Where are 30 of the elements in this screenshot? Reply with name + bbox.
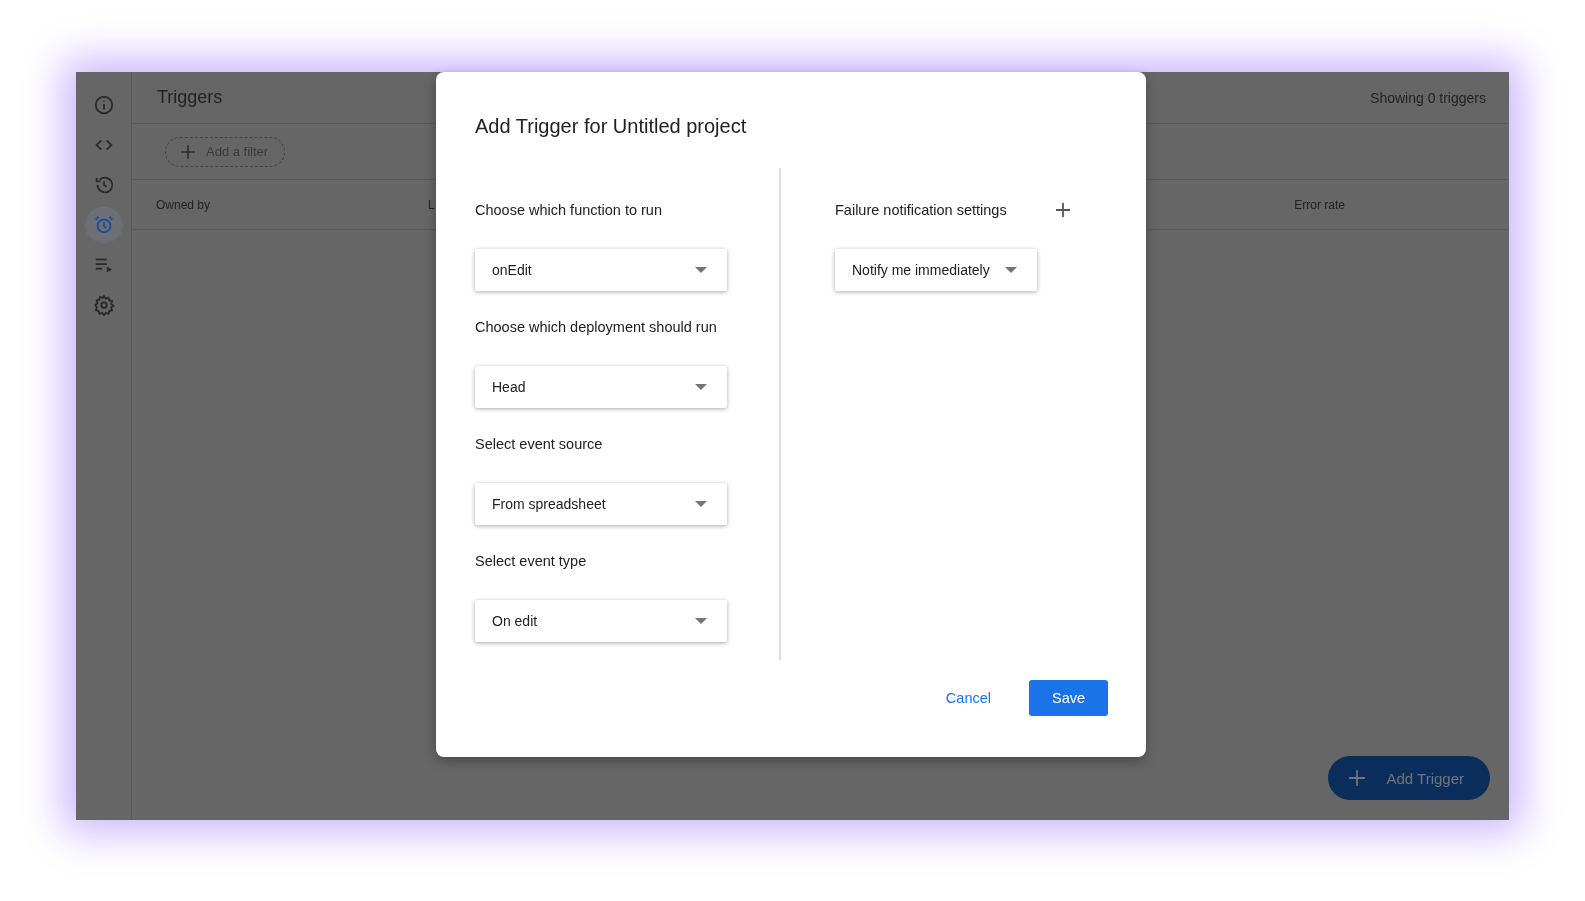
field-label: Failure notification settings xyxy=(835,202,1007,218)
caret-icon xyxy=(695,384,707,390)
caret-icon xyxy=(695,267,707,273)
field-label: Choose which function to run xyxy=(475,202,663,218)
caret-icon xyxy=(695,618,707,624)
dropdown[interactable]: onEdit xyxy=(475,249,727,291)
caret-icon xyxy=(695,501,707,507)
sidebar-item[interactable] xyxy=(84,207,123,243)
field-label: Choose which deployment should run xyxy=(475,319,718,335)
column-header: Error rate xyxy=(1294,197,1345,212)
dropdown[interactable]: From spreadsheet xyxy=(475,483,727,525)
alarm-clock-icon xyxy=(92,214,115,236)
field-label: Select event type xyxy=(475,553,588,569)
caret-icon xyxy=(1005,267,1017,273)
plus-icon xyxy=(1348,769,1367,787)
dropdown[interactable]: On edit xyxy=(475,600,727,642)
add-icon[interactable] xyxy=(1054,202,1071,218)
dropdown[interactable]: Notify me immediately xyxy=(835,249,1037,291)
page-title: Triggers xyxy=(157,87,223,108)
dialog-title: Add Trigger for Untitled project xyxy=(475,115,748,138)
cancel-button[interactable]: Cancel xyxy=(945,682,991,714)
trigger-count: Showing 0 triggers xyxy=(1370,89,1486,106)
info-icon xyxy=(92,94,115,116)
plus-icon xyxy=(180,143,196,160)
save-button[interactable]: Save xyxy=(1029,680,1108,716)
column-header: Owned by xyxy=(155,197,212,212)
column-header: L xyxy=(428,197,435,212)
settings-icon xyxy=(92,294,115,316)
dropdown[interactable]: Head xyxy=(475,366,727,408)
field-label: Select event source xyxy=(475,436,604,452)
